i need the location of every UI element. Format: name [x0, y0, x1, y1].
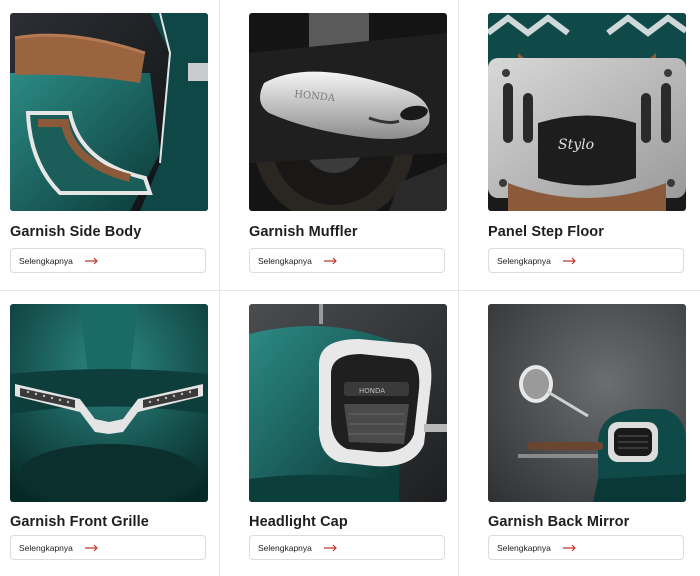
product-card: Garnish Front Grille Selengkapnya [10, 304, 208, 566]
arrow-right-icon [323, 544, 337, 551]
arrow-right-icon [84, 544, 98, 551]
button-label: Selengkapnya [258, 255, 312, 266]
button-label: Selengkapnya [497, 255, 551, 266]
headlight-cap-image: HONDA [249, 304, 447, 502]
product-title: Garnish Front Grille [10, 514, 149, 530]
product-image[interactable]: HONDA [249, 304, 447, 502]
product-image[interactable]: HONDA [249, 13, 447, 211]
product-card: Garnish Side Body Selengkapnya [10, 13, 208, 275]
garnish-front-grille-image [10, 304, 208, 502]
selengkapnya-button[interactable]: Selengkapnya [249, 248, 445, 273]
product-title: Garnish Side Body [10, 224, 142, 240]
product-card: Stylo Panel Step Floor Selengkapnya [488, 13, 686, 275]
product-grid: Garnish Side Body Selengkapnya HONDA Gar… [0, 0, 700, 576]
brand-text: HONDA [359, 387, 385, 395]
garnish-back-mirror-image [488, 304, 686, 502]
button-label: Selengkapnya [19, 255, 73, 266]
arrow-right-icon [84, 257, 98, 264]
divider [219, 0, 220, 576]
product-card: HONDA Garnish Muffler Selengkapnya [249, 13, 447, 275]
product-title: Garnish Back Mirror [488, 514, 630, 530]
button-label: Selengkapnya [258, 542, 312, 553]
selengkapnya-button[interactable]: Selengkapnya [488, 248, 684, 273]
selengkapnya-button[interactable]: Selengkapnya [10, 535, 206, 560]
selengkapnya-button[interactable]: Selengkapnya [488, 535, 684, 560]
arrow-right-icon [323, 257, 337, 264]
product-title: Headlight Cap [249, 514, 348, 530]
product-title: Garnish Muffler [249, 224, 358, 240]
garnish-muffler-image: HONDA [249, 13, 447, 211]
panel-step-floor-image: Stylo [488, 13, 686, 211]
product-image[interactable]: Stylo [488, 13, 686, 211]
product-image[interactable] [10, 304, 208, 502]
product-title: Panel Step Floor [488, 224, 605, 240]
brand-text: Stylo [558, 137, 594, 153]
product-card: Garnish Back Mirror Selengkapnya [488, 304, 686, 566]
selengkapnya-button[interactable]: Selengkapnya [10, 248, 206, 273]
garnish-side-body-image [10, 13, 208, 211]
arrow-right-icon [562, 544, 576, 551]
arrow-right-icon [562, 257, 576, 264]
product-card: HONDA Headlight Cap Selengkapnya [249, 304, 447, 566]
divider [0, 290, 700, 291]
button-label: Selengkapnya [19, 542, 73, 553]
product-image[interactable] [10, 13, 208, 211]
button-label: Selengkapnya [497, 542, 551, 553]
divider [458, 0, 459, 576]
selengkapnya-button[interactable]: Selengkapnya [249, 535, 445, 560]
product-image[interactable] [488, 304, 686, 502]
